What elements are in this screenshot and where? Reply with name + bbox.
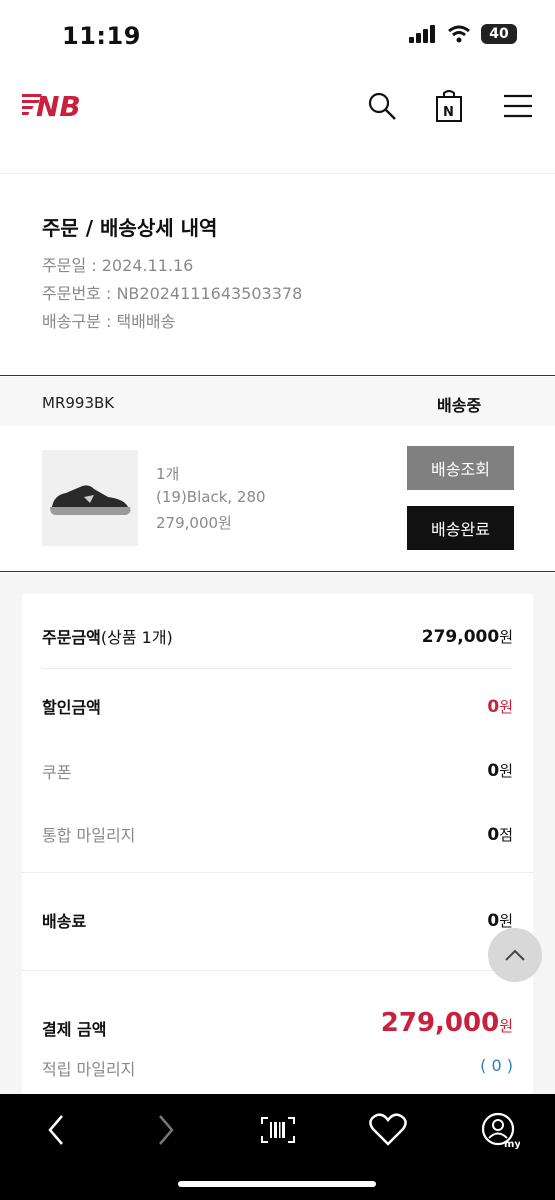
earn-mileage-label: 적립 마일리지 [42,1060,136,1079]
my-page-button[interactable]: my [476,1110,524,1150]
delivery-status: 배송중 [437,396,482,415]
item-option: (19)Black, 280 [156,488,266,506]
signal-icon [409,25,435,43]
nb-logo[interactable]: NB [12,88,84,126]
status-icons: 40 [409,24,517,44]
chevron-right-icon [159,1115,174,1145]
my-account-icon: my [481,1112,520,1149]
earn-mileage-value[interactable]: ( 0 ) [480,1056,513,1075]
svg-text:N: N [443,105,454,120]
heart-icon [369,1113,407,1146]
discount-label: 할인금액 [42,698,101,717]
row-separator [42,668,513,669]
total-label: 결제 금액 [42,1020,107,1039]
barcode-icon [261,1117,295,1143]
order-amount-value: 279,000원 [421,627,513,647]
section-divider [0,375,555,376]
order-date: 주문일 : 2024.11.16 [42,256,194,275]
chevron-up-icon [505,949,525,961]
chevron-left-icon [48,1115,63,1145]
row-separator [22,872,533,873]
total-value: 279,000원 [380,1008,513,1038]
wishlist-button[interactable] [364,1110,412,1150]
shopping-bag-icon[interactable]: N [431,88,467,124]
coupon-label: 쿠폰 [42,763,72,782]
shipping-fee-label: 배송료 [42,912,87,931]
back-button[interactable] [32,1110,80,1150]
item-model: MR993BK [42,394,115,412]
row-separator [22,970,533,971]
product-thumbnail[interactable] [42,450,138,546]
order-number: 주문번호 : NB2024111643503378 [42,284,303,303]
svg-text:my: my [504,1139,520,1149]
item-price: 279,000원 [156,514,232,532]
home-indicator [178,1181,376,1187]
delivery-complete-button[interactable]: 배송완료 [407,506,514,550]
coupon-value: 0원 [487,761,513,781]
forward-button[interactable] [142,1110,190,1150]
order-amount-label: 주문금액(상품 1개) [42,628,173,647]
battery-indicator: 40 [481,24,517,44]
shipping-type: 배송구분 : 택배배송 [42,312,176,331]
track-delivery-button[interactable]: 배송조회 [407,446,514,490]
mileage-label: 통합 마일리지 [42,826,136,845]
item-quantity: 1개 [156,465,180,483]
hamburger-menu-icon[interactable] [500,88,536,124]
page-title: 주문 / 배송상세 내역 [42,216,218,240]
scroll-to-top-button[interactable] [488,928,542,982]
search-icon[interactable] [364,88,400,124]
sneaker-image [50,485,131,515]
mileage-value: 0점 [487,825,513,845]
wifi-icon [448,25,470,43]
barcode-button[interactable] [254,1110,302,1150]
status-time: 11:19 [62,22,141,50]
svg-text:NB: NB [36,90,81,122]
header-divider [0,173,555,174]
discount-value: 0원 [487,697,513,717]
section-divider-2 [0,571,555,572]
